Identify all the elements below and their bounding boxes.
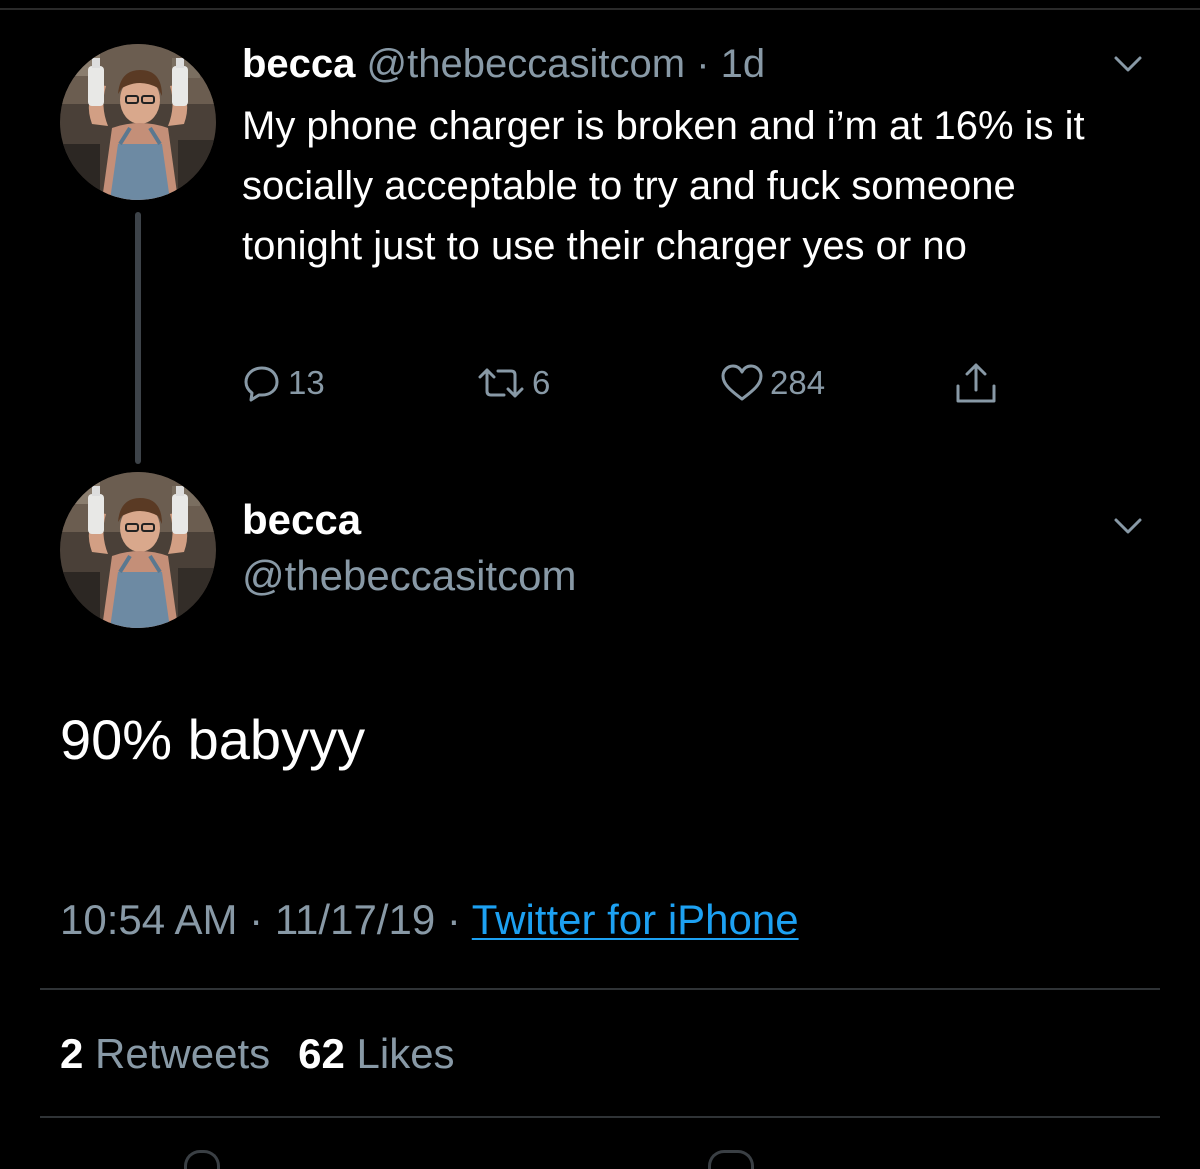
divider xyxy=(40,1116,1160,1118)
tweet-source-link[interactable]: Twitter for iPhone xyxy=(472,896,799,943)
user-handle[interactable]: @thebeccasitcom xyxy=(242,548,576,604)
like-count: 284 xyxy=(770,364,826,401)
chevron-down-icon[interactable] xyxy=(1113,54,1143,74)
avatar-photo xyxy=(60,472,216,628)
reply-icon[interactable] xyxy=(184,1150,220,1169)
meta-separator: · xyxy=(446,896,461,943)
heart-icon xyxy=(721,364,763,401)
avatar-photo xyxy=(60,44,216,200)
retweet-total: 2 xyxy=(60,1030,84,1077)
top-divider xyxy=(0,8,1200,10)
heart-icon[interactable] xyxy=(708,1150,754,1169)
likes-stat[interactable]: 62 Likes xyxy=(298,1030,454,1077)
avatar[interactable] xyxy=(60,44,216,200)
retweets-stat[interactable]: 2 Retweets xyxy=(60,1030,270,1077)
thread-connector xyxy=(135,212,141,464)
avatar[interactable] xyxy=(60,472,216,628)
display-name[interactable]: becca xyxy=(242,42,355,86)
meta-separator: · xyxy=(696,42,710,86)
tweet-header: becca @thebeccasitcom · 1d xyxy=(242,34,765,94)
user-handle[interactable]: @thebeccasitcom xyxy=(367,42,686,86)
meta-separator: · xyxy=(249,896,264,943)
tweet-text: 90% babyyy xyxy=(60,708,366,771)
share-button[interactable] xyxy=(954,358,998,408)
like-total: 62 xyxy=(298,1030,345,1077)
tweet-timestamp-line: 10:54 AM · 11/17/19 · Twitter for iPhone xyxy=(60,890,799,950)
tweet-age[interactable]: 1d xyxy=(721,42,766,86)
likes-label: Likes xyxy=(356,1030,455,1077)
like-button[interactable]: 284 xyxy=(720,358,825,408)
retweets-label: Retweets xyxy=(95,1030,271,1077)
display-name[interactable]: becca xyxy=(242,492,361,548)
engagement-stats: 2 Retweets 62 Likes xyxy=(60,1024,455,1084)
reply-count: 13 xyxy=(288,364,325,401)
retweet-count: 6 xyxy=(532,364,551,401)
tweet-text: My phone charger is broken and i’m at 16… xyxy=(242,104,1085,268)
reply-button[interactable]: 13 xyxy=(242,358,325,408)
tweet-time: 10:54 AM xyxy=(60,896,238,943)
action-bar-partial xyxy=(0,1140,1200,1169)
share-icon xyxy=(956,363,996,403)
reply-icon xyxy=(244,366,279,402)
retweet-icon xyxy=(478,368,524,398)
chevron-down-icon[interactable] xyxy=(1113,516,1143,536)
retweet-button[interactable]: 6 xyxy=(476,358,550,408)
tweet-date: 11/17/19 xyxy=(274,896,436,943)
divider xyxy=(40,988,1160,990)
tweet-actions: 13 6 284 xyxy=(242,358,1022,408)
